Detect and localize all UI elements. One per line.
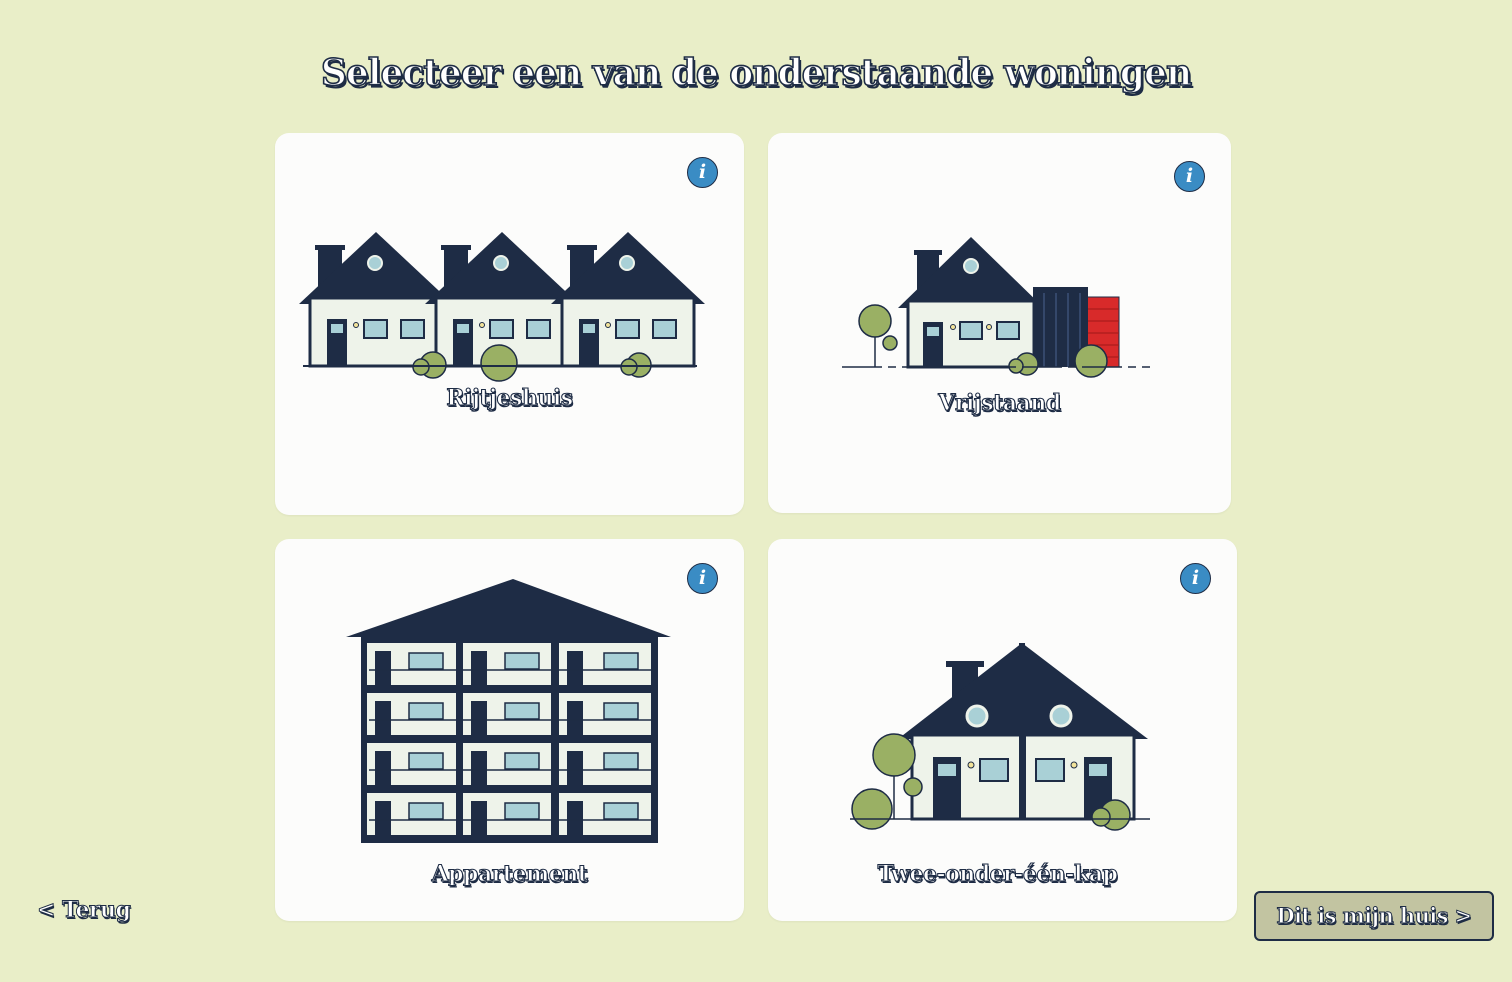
- option-card-twee-onder-een-kap[interactable]: i Twee-onder-één-kap: [768, 539, 1237, 921]
- option-card-vrijstaand[interactable]: i Vrijstaand: [768, 133, 1231, 513]
- option-card-rijtjeshuis[interactable]: i Rijtjeshuis: [275, 133, 744, 515]
- option-label: Vrijstaand: [938, 389, 1062, 416]
- back-button[interactable]: < Terug: [36, 897, 131, 924]
- detached-house-illustration: [842, 237, 1150, 378]
- terraced-house-unit: [299, 232, 453, 368]
- info-icon[interactable]: i: [687, 563, 718, 594]
- terraced-house-illustration: [299, 232, 705, 382]
- option-label: Appartement: [431, 860, 588, 887]
- confirm-button[interactable]: Dit is mijn huis >: [1254, 891, 1494, 941]
- page-title: Selecteer een van de onderstaande woning…: [320, 51, 1193, 95]
- info-icon[interactable]: i: [1180, 563, 1211, 594]
- option-label: Twee-onder-één-kap: [877, 860, 1118, 887]
- option-label: Rijtjeshuis: [446, 384, 574, 411]
- info-icon[interactable]: i: [687, 157, 718, 188]
- option-card-appartement[interactable]: i Appartement: [275, 539, 744, 921]
- terraced-house-unit: [551, 232, 705, 368]
- info-icon[interactable]: i: [1174, 161, 1205, 192]
